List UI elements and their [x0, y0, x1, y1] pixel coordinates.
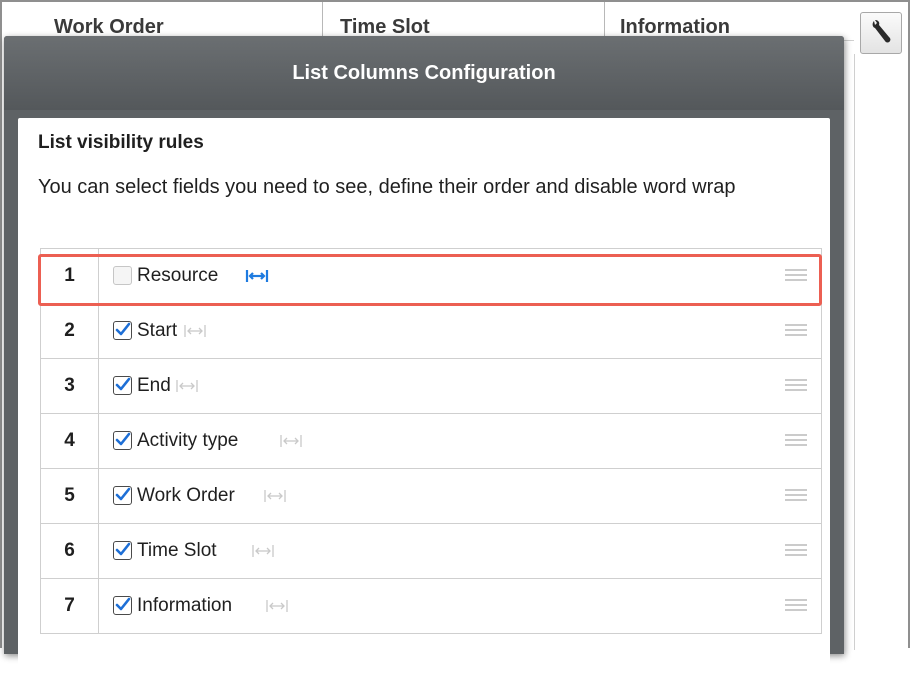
list-item[interactable]: 1 Resource	[41, 248, 821, 303]
column-separator	[322, 2, 323, 40]
checkmark-icon	[115, 377, 131, 391]
field-label: Information	[137, 595, 233, 616]
drag-handle-icon[interactable]	[785, 269, 807, 281]
dialog-body: List visibility rules You can select fie…	[18, 118, 830, 678]
list-item[interactable]: 7 Information	[41, 578, 821, 633]
row-number: 7	[41, 579, 99, 633]
column-separator	[604, 2, 605, 40]
visibility-checkbox[interactable]	[113, 266, 132, 285]
row-number: 6	[41, 524, 99, 578]
checkmark-icon	[115, 542, 131, 556]
field-label: Resource	[137, 265, 219, 286]
drag-handle-icon[interactable]	[785, 599, 807, 611]
visibility-checkbox[interactable]	[113, 596, 132, 615]
section-title: List visibility rules	[38, 132, 204, 153]
checkmark-icon	[115, 432, 131, 446]
drag-handle-icon[interactable]	[785, 489, 807, 501]
dialog-title: List Columns Configuration	[4, 36, 844, 110]
row-number: 1	[41, 249, 99, 303]
word-wrap-toggle-icon[interactable]	[175, 379, 199, 398]
row-number: 2	[41, 304, 99, 358]
word-wrap-toggle-icon[interactable]	[279, 434, 303, 453]
drag-handle-icon[interactable]	[785, 324, 807, 336]
visibility-checkbox[interactable]	[113, 486, 132, 505]
visibility-checkbox[interactable]	[113, 431, 132, 450]
word-wrap-toggle-icon[interactable]	[251, 544, 275, 563]
drag-handle-icon[interactable]	[785, 544, 807, 556]
field-label: Time Slot	[137, 540, 217, 561]
word-wrap-toggle-icon[interactable]	[245, 269, 269, 288]
word-wrap-toggle-icon[interactable]	[263, 489, 287, 508]
word-wrap-toggle-icon[interactable]	[265, 599, 289, 618]
field-label: Work Order	[137, 485, 235, 506]
visibility-checkbox[interactable]	[113, 321, 132, 340]
section-description: You can select fields you need to see, d…	[38, 176, 736, 198]
checkmark-icon	[115, 322, 131, 336]
checkmark-icon	[115, 597, 131, 611]
field-label: Activity type	[137, 430, 239, 451]
wrench-icon	[872, 20, 891, 43]
visibility-checkbox[interactable]	[113, 376, 132, 395]
checkmark-icon	[115, 487, 131, 501]
row-number: 3	[41, 359, 99, 413]
panel-divider	[854, 54, 855, 650]
list-settings-button[interactable]	[860, 12, 902, 54]
field-label: Start	[137, 320, 178, 341]
field-label: End	[137, 375, 171, 396]
list-item[interactable]: 5 Work Order	[41, 468, 821, 523]
row-number: 5	[41, 469, 99, 523]
row-number: 4	[41, 414, 99, 468]
drag-handle-icon[interactable]	[785, 379, 807, 391]
columns-list: 1 Resource 2 Start 3 End 4 Activity type 5 Work O…	[40, 248, 822, 634]
visibility-checkbox[interactable]	[113, 541, 132, 560]
list-item[interactable]: 2 Start	[41, 303, 821, 358]
word-wrap-toggle-icon[interactable]	[183, 324, 207, 343]
list-item[interactable]: 3 End	[41, 358, 821, 413]
list-item[interactable]: 6 Time Slot	[41, 523, 821, 578]
list-item[interactable]: 4 Activity type	[41, 413, 821, 468]
drag-handle-icon[interactable]	[785, 434, 807, 446]
list-columns-dialog: List Columns Configuration List visibili…	[4, 36, 844, 678]
